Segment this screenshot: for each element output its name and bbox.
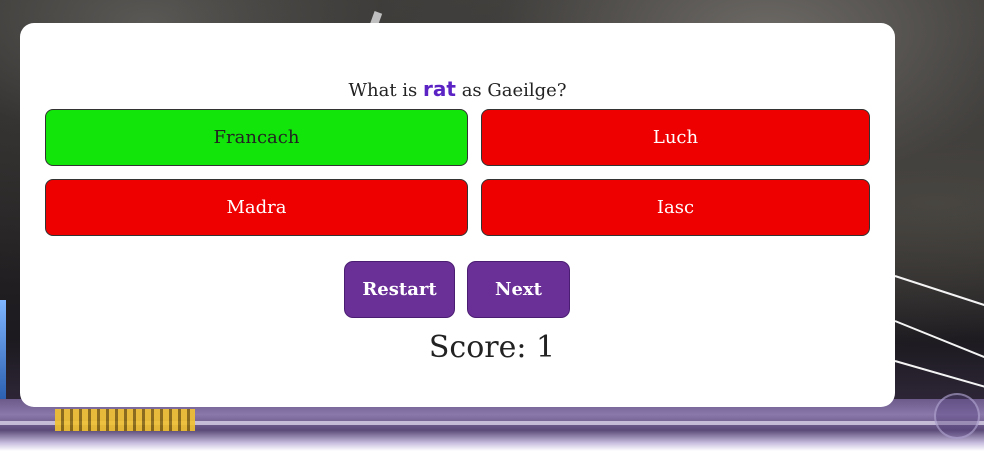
score-label: Score:: [428, 330, 527, 365]
answer-button-3[interactable]: Madra: [45, 179, 468, 236]
score-display: Score: 1: [0, 330, 984, 365]
question-suffix: as Gaeilge?: [461, 80, 567, 101]
question-prefix: What is: [348, 80, 418, 101]
question-text: What is rat as Gaeilge?: [20, 77, 895, 101]
question-word: rat: [423, 77, 456, 101]
answer-button-2[interactable]: Luch: [481, 109, 870, 166]
bridge-lights: [55, 409, 195, 431]
bridge-cable: [894, 275, 984, 311]
answer-button-1[interactable]: Francach: [45, 109, 468, 166]
decorative-circle-icon: [934, 393, 980, 439]
next-button[interactable]: Next: [467, 261, 570, 318]
answer-button-4[interactable]: Iasc: [481, 179, 870, 236]
score-value: 1: [536, 330, 556, 365]
restart-button[interactable]: Restart: [344, 261, 455, 318]
